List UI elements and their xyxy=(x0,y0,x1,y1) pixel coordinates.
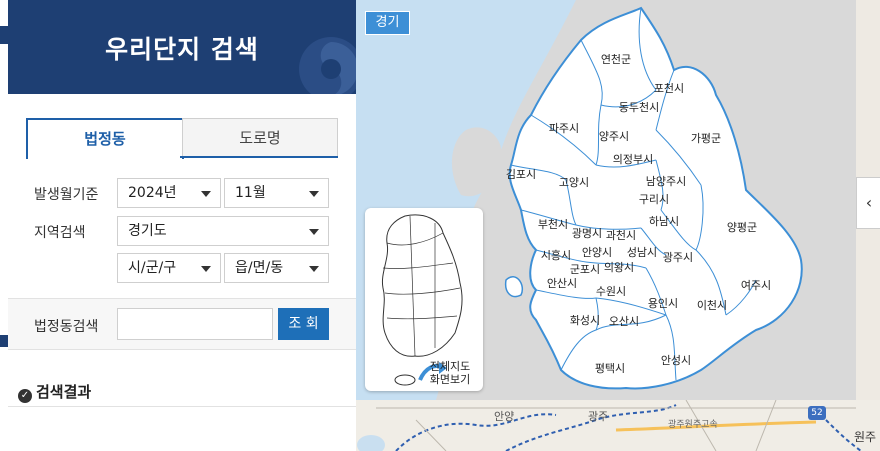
district-label: 용인시 xyxy=(648,297,678,310)
district-label: 의정부시 xyxy=(613,153,653,166)
district-label: 구리시 xyxy=(639,193,669,206)
district-label: 안성시 xyxy=(661,354,691,367)
chevron-down-icon xyxy=(309,229,319,235)
basemap-label: 안양 xyxy=(494,410,515,423)
district-label: 수원시 xyxy=(596,285,626,298)
query-button[interactable]: 조 회 xyxy=(278,308,329,340)
district-label: 남양주시 xyxy=(646,175,686,188)
district-label: 연천군 xyxy=(601,52,631,66)
town-select-value: 읍/면/동 xyxy=(235,260,284,276)
district-label: 포천시 xyxy=(654,81,684,95)
panel-toggle-button[interactable]: ‹ xyxy=(856,177,880,229)
search-tabs: 법정동 도로명 xyxy=(26,118,338,159)
tab-road-name[interactable]: 도로명 xyxy=(182,118,338,157)
city-select-value: 시/군/구 xyxy=(128,260,177,276)
emblem-icon xyxy=(299,37,356,94)
province-select-value: 경기도 xyxy=(128,223,167,239)
dong-search-label: 법정동검색 xyxy=(34,319,99,335)
district-label: 부천시 xyxy=(538,217,568,231)
chevron-down-icon xyxy=(201,191,211,197)
tab-legal-dong[interactable]: 법정동 xyxy=(26,118,184,159)
district-label: 파주시 xyxy=(549,122,579,135)
full-map-view-button[interactable]: 전체지도 화면보기 xyxy=(417,360,483,390)
region-label: 지역검색 xyxy=(34,225,86,241)
dong-search-input[interactable] xyxy=(117,308,273,340)
highway-shield: 52 xyxy=(808,406,826,420)
results-title-text: 검색결과 xyxy=(36,383,92,401)
district-label: 김포시 xyxy=(506,168,536,181)
chevron-down-icon xyxy=(309,266,319,272)
tab-underline xyxy=(180,156,338,158)
district-label: 여주시 xyxy=(741,279,771,292)
basemap-label: 광주 xyxy=(588,410,609,423)
check-circle-icon: ✓ xyxy=(18,389,32,403)
month-select-value: 11월 xyxy=(235,185,266,201)
basemap-roads xyxy=(356,400,880,451)
district-label: 화성시 xyxy=(570,314,600,327)
district-label: 안양시 xyxy=(582,246,612,259)
chevron-left-icon: ‹ xyxy=(865,193,873,212)
district-label: 의왕시 xyxy=(604,261,634,274)
district-label: 양평군 xyxy=(727,221,757,234)
district-label: 오산시 xyxy=(609,315,639,328)
panel-header: 우리단지 검색 xyxy=(8,0,356,94)
district-label: 양주시 xyxy=(599,130,629,143)
basemap-label: 광주원주고속 xyxy=(668,420,718,430)
district-label: 고양시 xyxy=(559,176,589,189)
results-heading: ✓ 검색결과 xyxy=(18,381,91,403)
edge-block xyxy=(0,26,8,44)
month-select[interactable]: 11월 xyxy=(224,178,329,208)
full-map-view-label: 전체지도 화면보기 xyxy=(429,360,471,386)
period-label: 발생월기준 xyxy=(34,187,99,203)
divider xyxy=(8,349,356,350)
district-label: 성남시 xyxy=(627,246,657,259)
basemap-label: 원주 xyxy=(854,430,877,444)
district-label: 군포시 xyxy=(570,263,600,276)
search-panel: 우리단지 검색 법정동 도로명 발생월기준 2024년 11월 지역검색 경기도… xyxy=(8,0,357,451)
district-label: 광주시 xyxy=(663,251,693,264)
city-select[interactable]: 시/군/구 xyxy=(117,253,221,283)
district-label: 동두천시 xyxy=(619,100,659,114)
chevron-down-icon xyxy=(309,191,319,197)
year-select-value: 2024년 xyxy=(128,185,177,201)
town-select[interactable]: 읍/면/동 xyxy=(224,253,329,283)
district-label: 시흥시 xyxy=(541,248,571,262)
chevron-down-icon xyxy=(201,266,211,272)
korea-mini-map[interactable]: 전체지도 화면보기 xyxy=(365,208,483,391)
province-select[interactable]: 경기도 xyxy=(117,216,329,246)
basemap[interactable]: 안양 광주 광주원주고속 원주 52 xyxy=(356,400,880,451)
district-label: 과천시 xyxy=(606,228,636,242)
district-label: 평택시 xyxy=(595,362,625,375)
district-label: 광명시 xyxy=(572,227,602,240)
district-label: 가평군 xyxy=(691,132,721,145)
divider xyxy=(8,406,356,407)
region-badge: 경기 xyxy=(365,11,410,35)
year-select[interactable]: 2024년 xyxy=(117,178,221,208)
district-label: 안산시 xyxy=(547,277,577,290)
district-label: 이천시 xyxy=(697,298,727,312)
district-label: 하남시 xyxy=(649,214,679,228)
edge-block xyxy=(0,335,8,347)
